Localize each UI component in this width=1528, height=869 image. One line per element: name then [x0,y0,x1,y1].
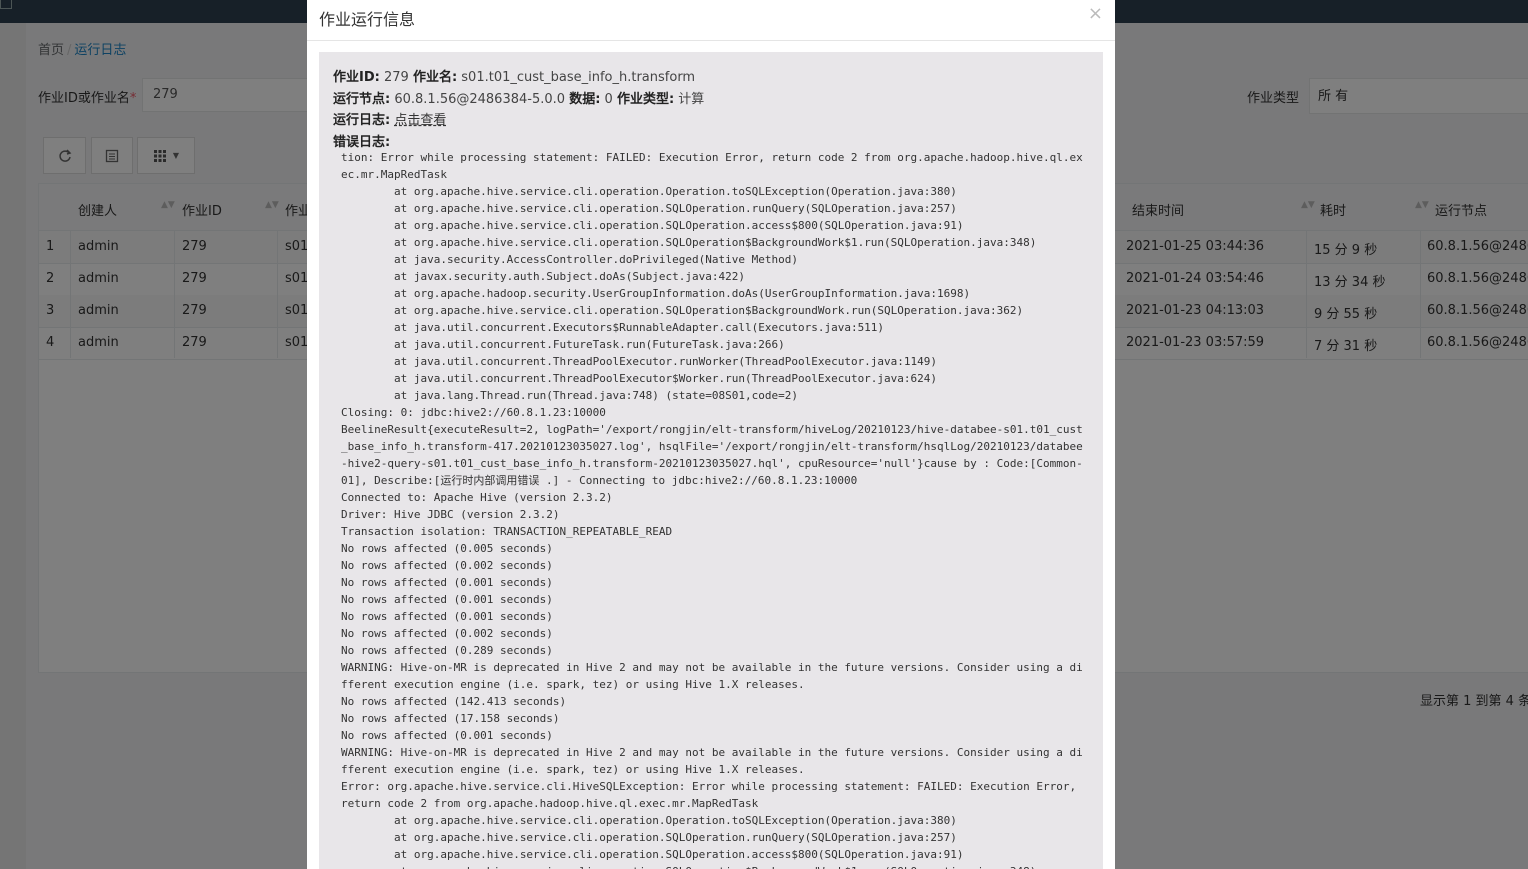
job-type-value: 计算 [678,92,705,107]
job-run-info-modal: 作业运行信息 × 作业ID: 279 作业名: s01.t01_cust_bas… [307,0,1115,869]
view-run-log-link[interactable]: 点击查看 [394,113,446,128]
node-info-line: 运行节点: 60.8.1.56@2486384-5.0.0 数据: 0 作业类型… [333,92,705,107]
modal-header: 作业运行信息 × [307,0,1115,41]
modal-title: 作业运行信息 [319,10,416,29]
error-log-text: tion: Error while processing statement: … [341,151,1083,869]
node-value: 60.8.1.56@2486384-5.0.0 [394,92,566,107]
close-icon[interactable]: × [1088,3,1103,24]
modal-body: 作业ID: 279 作业名: s01.t01_cust_base_info_h.… [319,52,1103,869]
job-name-value: s01.t01_cust_base_info_h.transform [461,70,696,85]
job-id-value: 279 [383,70,409,85]
run-log-line: 运行日志: 点击查看 [333,113,447,128]
job-info-line: 作业ID: 279 作业名: s01.t01_cust_base_info_h.… [333,70,696,85]
count-value: 0 [604,92,613,107]
error-log-label: 错误日志: [333,135,391,150]
